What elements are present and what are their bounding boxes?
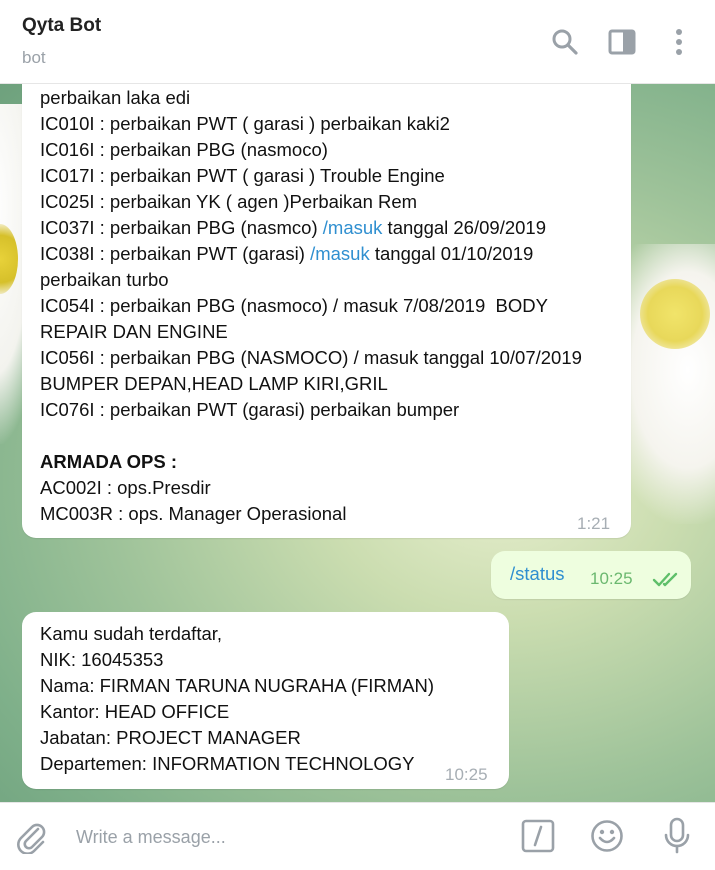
message-time: 10:25 [590, 569, 633, 588]
message-line: MC003R : ops. Manager Operasional [40, 503, 347, 524]
bot-command-link[interactable]: /masuk [310, 243, 370, 264]
message-text-segment: IC038I : perbaikan PWT (garasi) [40, 243, 311, 264]
message-line: REPAIR DAN ENGINE [40, 321, 228, 342]
message-line: IC037I : perbaikan PBG (nasmco) /masuk t… [40, 215, 582, 241]
message-line: NIK: 16045353 [40, 649, 164, 670]
message-line: IC016I : perbaikan PBG (nasmoco) [40, 139, 328, 160]
message-line: IC056I : perbaikan PBG (NASMOCO) / masuk… [40, 347, 582, 368]
incoming-message[interactable]: Kamu sudah terdaftar, NIK: 16045353 Nama… [22, 612, 509, 789]
message-text-segment: tanggal 26/09/2019 [382, 217, 546, 238]
sidebar-toggle-icon[interactable] [607, 27, 637, 57]
chat-title[interactable]: Qyta Bot [22, 15, 101, 37]
message-line: IC038I : perbaikan PWT (garasi) /masuk t… [40, 241, 582, 267]
message-line: Departemen: INFORMATION TECHNOLOGY [40, 753, 415, 774]
message-line: IC076I : perbaikan PWT (garasi) perbaika… [40, 399, 460, 420]
outgoing-message[interactable]: /status 10:25 [491, 551, 691, 599]
bot-command-icon[interactable] [521, 819, 555, 853]
message-line: IC010I : perbaikan PWT ( garasi ) perbai… [40, 113, 450, 134]
message-line: ARMADA OPS : [40, 451, 178, 472]
microphone-icon[interactable] [662, 817, 692, 855]
message-time: 10:25 [445, 765, 488, 784]
chat-history[interactable]: perbaikan laka edi IC010I : perbaikan PW… [0, 84, 715, 802]
background-flower-center [640, 279, 710, 349]
message-line [40, 423, 582, 449]
bot-command-link[interactable]: /status [510, 563, 565, 585]
message-line: Nama: FIRMAN TARUNA NUGRAHA (FIRMAN) [40, 675, 435, 696]
message-text-segment: tanggal 01/10/2019 [369, 243, 534, 264]
message-line: perbaikan turbo [40, 269, 169, 290]
message-line: IC025I : perbaikan YK ( agen )Perbaikan … [40, 191, 418, 212]
message-text: Kamu sudah terdaftar, NIK: 16045353 Nama… [40, 621, 434, 777]
emoji-icon[interactable] [590, 819, 624, 853]
message-line: Jabatan: PROJECT MANAGER [40, 727, 301, 748]
double-check-icon [652, 572, 678, 587]
message-line: IC017I : perbaikan PWT ( garasi ) Troubl… [40, 165, 445, 186]
message-line: BUMPER DEPAN,HEAD LAMP KIRI,GRIL [40, 373, 388, 394]
message-line: Kamu sudah terdaftar, [40, 623, 223, 644]
message-line: Kantor: HEAD OFFICE [40, 701, 230, 722]
message-input[interactable]: Write a message... [76, 827, 226, 848]
incoming-message[interactable]: perbaikan laka edi IC010I : perbaikan PW… [22, 84, 631, 538]
chat-subtitle: bot [22, 48, 46, 67]
message-line: perbaikan laka edi [40, 87, 191, 108]
chat-header: Qyta Bot bot [0, 0, 715, 84]
message-time: 1:21 [577, 514, 611, 533]
search-icon[interactable] [550, 27, 580, 57]
attach-icon[interactable] [14, 820, 48, 854]
message-text: perbaikan laka edi IC010I : perbaikan PW… [40, 85, 582, 527]
message-input-bar: Write a message... [0, 802, 715, 870]
bot-command-link[interactable]: /masuk [323, 217, 383, 238]
more-vertical-icon[interactable] [664, 27, 694, 57]
message-text-segment: IC037I : perbaikan PBG (nasmco) [40, 217, 323, 238]
message-line: AC002I : ops.Presdir [40, 477, 211, 498]
message-line: IC054I : perbaikan PBG (nasmoco) / masuk… [40, 295, 548, 316]
